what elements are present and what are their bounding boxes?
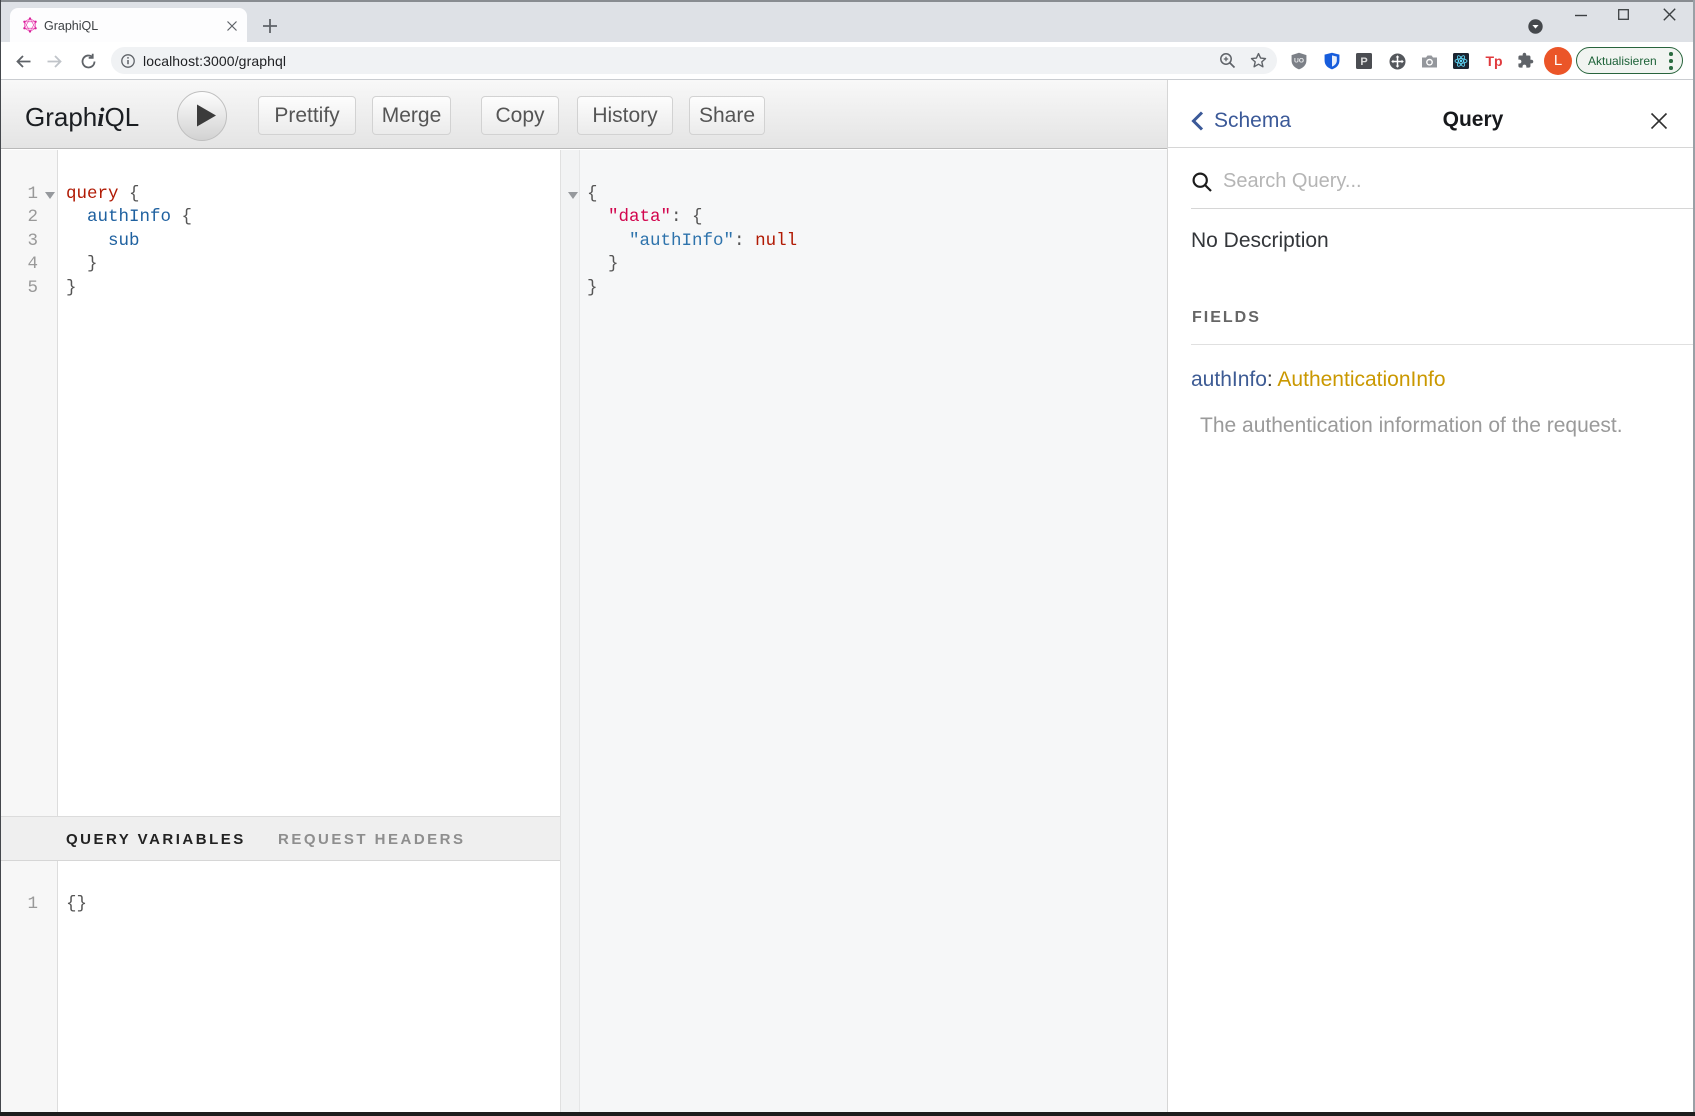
svg-text:UO: UO (1294, 57, 1304, 64)
svg-text:P: P (1360, 56, 1367, 68)
